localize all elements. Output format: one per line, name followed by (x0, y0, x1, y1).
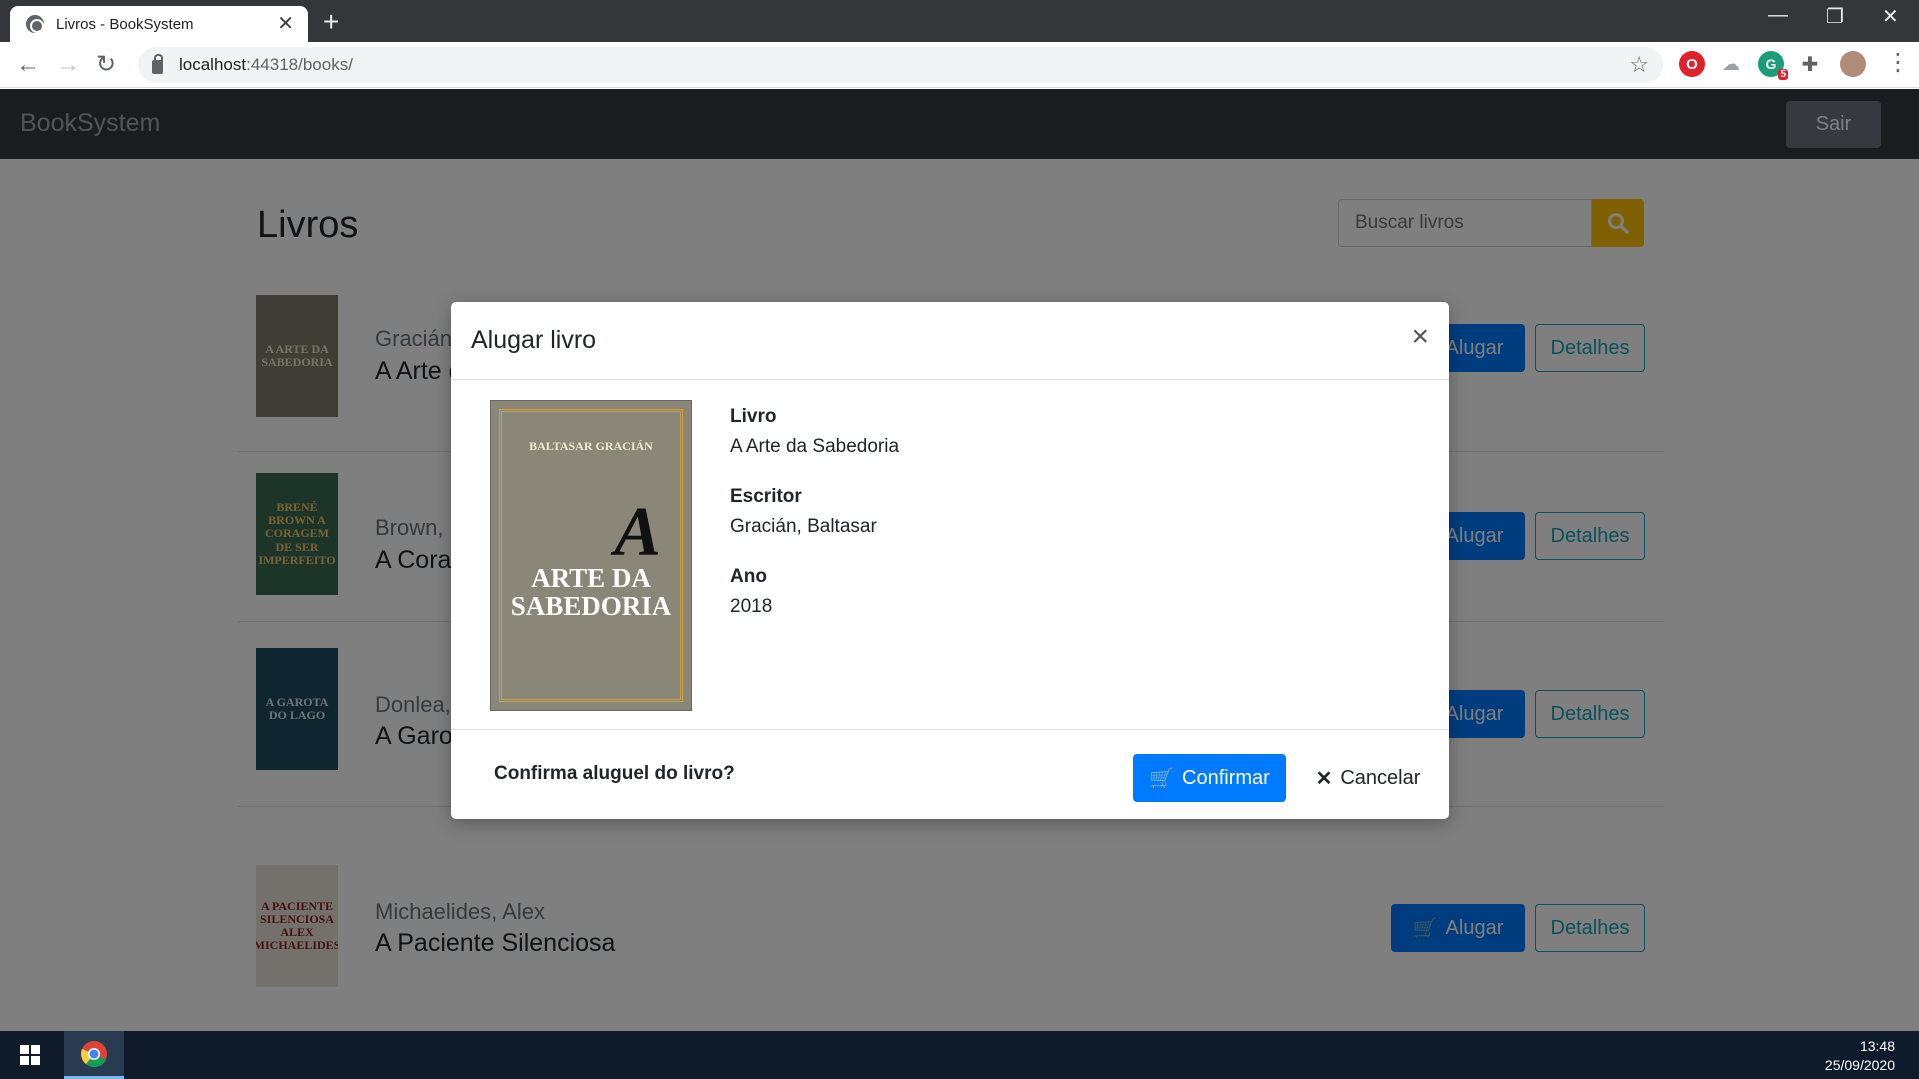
field-label-writer: Escritor (730, 486, 802, 507)
confirm-button[interactable]: 🛒 Confirmar (1133, 754, 1286, 802)
cover-title-line2: SABEDORIA (510, 591, 672, 621)
rent-modal: Alugar livro × BALTASAR GRACIÁN A ARTE D… (451, 302, 1449, 819)
confirm-label: Confirmar (1182, 766, 1270, 789)
windows-taskbar: 13:48 25/09/2020 (0, 1031, 1919, 1079)
menu-kebab-icon[interactable]: ⋮ (1886, 48, 1910, 78)
cloud-extension-icon[interactable]: ☁ (1718, 51, 1744, 77)
puzzle-extensions-icon[interactable]: ✚ (1797, 51, 1823, 77)
cancel-label: Cancelar (1340, 766, 1421, 789)
grammarly-extension-icon[interactable]: G5 (1758, 51, 1788, 80)
minimize-icon[interactable]: — (1768, 4, 1788, 27)
modal-footer: Confirma aluguel do livro? 🛒 Confirmar ✕… (451, 729, 1449, 819)
reload-icon[interactable]: ↻ (96, 50, 116, 80)
profile-avatar[interactable] (1840, 51, 1866, 77)
browser-toolbar: ← → ↻ localhost:44318/books/ ☆ O ☁ G5 ✚ … (0, 42, 1919, 88)
opera-extension-icon[interactable]: O (1679, 51, 1705, 77)
field-value-writer: Gracián, Baltasar (730, 516, 877, 537)
new-tab-icon[interactable]: + (323, 8, 339, 36)
browser-tabstrip: Livros - BookSystem ✕ + — ❐ ✕ (0, 0, 1919, 42)
cancel-button[interactable]: ✕ Cancelar (1309, 754, 1427, 802)
address-bar[interactable]: localhost:44318/books/ ☆ (138, 47, 1663, 83)
cover-letter-text: A (614, 494, 661, 571)
extension-badge: 5 (1778, 69, 1788, 80)
field-value-year: 2018 (730, 596, 773, 617)
browser-tab[interactable]: Livros - BookSystem ✕ (10, 6, 308, 42)
cover-author-text: BALTASAR GRACIÁN (529, 439, 653, 453)
confirm-question: Confirma aluguel do livro? (494, 763, 735, 784)
tab-title: Livros - BookSystem (56, 15, 194, 33)
bookmark-star-icon[interactable]: ☆ (1629, 52, 1649, 78)
field-label-year: Ano (730, 566, 767, 587)
forward-icon[interactable]: → (56, 50, 80, 80)
tab-close-icon[interactable]: ✕ (277, 14, 294, 34)
modal-header: Alugar livro × (451, 302, 1449, 380)
modal-book-cover: BALTASAR GRACIÁN A ARTE DA SABEDORIA (490, 400, 692, 711)
clock-date: 25/09/2020 (1824, 1057, 1895, 1073)
x-icon: ✕ (1315, 767, 1333, 790)
taskbar-clock[interactable]: 13:48 25/09/2020 (1825, 1037, 1895, 1075)
chrome-taskbar-icon[interactable] (64, 1031, 124, 1079)
url-text: localhost:44318/books/ (179, 55, 353, 74)
restore-icon[interactable]: ❐ (1826, 4, 1844, 29)
globe-icon (26, 15, 44, 33)
modal-title: Alugar livro (471, 326, 597, 354)
window-close-icon[interactable]: ✕ (1882, 4, 1899, 29)
back-icon[interactable]: ← (16, 50, 40, 80)
cart-icon: 🛒 (1149, 767, 1175, 790)
lock-icon (152, 54, 163, 74)
clock-time: 13:48 (1859, 1038, 1895, 1054)
windows-start-icon[interactable] (0, 1031, 60, 1079)
field-value-book: A Arte da Sabedoria (730, 436, 900, 457)
modal-close-icon[interactable]: × (1411, 322, 1429, 352)
field-label-book: Livro (730, 406, 777, 427)
cover-title-line1: ARTE DA (531, 563, 651, 593)
